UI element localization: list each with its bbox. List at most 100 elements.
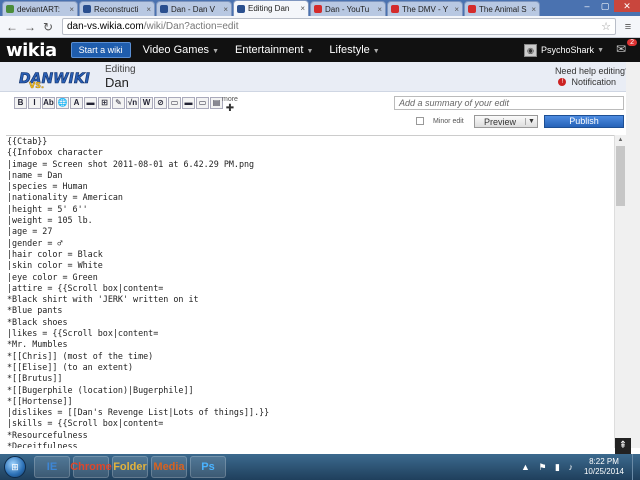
- close-tab-icon[interactable]: ×: [146, 5, 151, 14]
- scroll-thumb[interactable]: [616, 146, 625, 206]
- close-tab-icon[interactable]: ×: [454, 5, 459, 14]
- bookmark-star-icon[interactable]: ☆: [601, 20, 611, 33]
- close-tab-icon[interactable]: ×: [223, 5, 228, 14]
- editor-line: |height = 5' 6'': [7, 203, 88, 214]
- editor-line: {{Infobox character: [7, 147, 103, 158]
- toolbar-button[interactable]: W: [140, 97, 153, 109]
- tab-favicon-icon: [468, 5, 476, 13]
- editor-line: |hair color = Black: [7, 248, 103, 259]
- toolbar-button[interactable]: Ab: [42, 97, 55, 109]
- address-bar: ← → ↻ dan-vs.wikia.com/wiki/Dan?action=e…: [0, 16, 640, 38]
- url-input[interactable]: dan-vs.wikia.com/wiki/Dan?action=edit ☆: [62, 18, 616, 35]
- toolbar-button[interactable]: ▬: [84, 97, 97, 109]
- close-tab-icon[interactable]: ×: [69, 5, 74, 14]
- minor-edit-label: Minor edit: [433, 117, 464, 125]
- editor-line: *[[Chris]] (most of the time): [7, 350, 154, 361]
- page-scrollbar[interactable]: [626, 62, 640, 448]
- tab-label: Dan - YouTu: [325, 4, 370, 14]
- nav-entertainment[interactable]: Entertainment ▼: [235, 44, 313, 56]
- nav-video-games[interactable]: Video Games ▼: [143, 44, 219, 56]
- maximize-button[interactable]: ▢: [596, 0, 614, 12]
- tab-favicon-icon: [391, 5, 399, 13]
- minimize-button[interactable]: –: [578, 0, 596, 12]
- preview-button[interactable]: Preview ▼: [474, 115, 538, 128]
- toolbar-button[interactable]: A: [70, 97, 83, 109]
- wikia-logo[interactable]: wikia: [6, 40, 57, 61]
- toolbar-button[interactable]: ▬: [182, 97, 195, 109]
- edit-summary-input[interactable]: Add a summary of your edit: [394, 96, 624, 110]
- close-tab-icon[interactable]: ×: [377, 5, 382, 14]
- close-tab-icon[interactable]: ×: [531, 5, 536, 14]
- editor-line: |name = Dan: [7, 169, 63, 180]
- browser-tab[interactable]: Dan - YouTu ×: [310, 1, 386, 16]
- editing-label: Editing: [105, 64, 136, 75]
- editor-line: |likes = {{Scroll box|content=: [7, 328, 159, 339]
- taskbar-app-icon[interactable]: Media: [151, 456, 187, 478]
- notification-count-badge: 2: [627, 39, 637, 46]
- clock-date: 10/25/2014: [583, 467, 624, 476]
- editor-line: |eye color = Green: [7, 271, 98, 282]
- notification-label: Notification: [571, 77, 616, 87]
- browser-tab[interactable]: Editing Dan ×: [233, 0, 309, 16]
- toolbar-button[interactable]: √n: [126, 97, 139, 109]
- taskbar-app-icon[interactable]: Ps: [190, 456, 226, 478]
- toolbar-button[interactable]: ▭: [196, 97, 209, 109]
- toolbar-button[interactable]: ⊞: [98, 97, 111, 109]
- notification-link[interactable]: ! Notification: [558, 77, 616, 87]
- page-title: Dan: [105, 75, 129, 90]
- browser-tab[interactable]: Reconstructi ×: [79, 1, 155, 16]
- browser-tab[interactable]: deviantART: ×: [2, 1, 78, 16]
- url-host: dan-vs.wikia.com: [67, 21, 144, 32]
- toolbar-button[interactable]: 🌐: [56, 97, 69, 109]
- editor-line: *[[Hortense]]: [7, 395, 73, 406]
- help-editing-link[interactable]: Need help editing?: [555, 66, 630, 76]
- show-desktop-button[interactable]: [632, 454, 640, 480]
- clock[interactable]: 8:22 PM 10/25/2014: [584, 457, 624, 477]
- tab-label: Dan - Dan V: [171, 4, 216, 14]
- taskbar-app-icon[interactable]: Folder: [112, 456, 148, 478]
- taskbar-app-icon[interactable]: Chrome: [70, 456, 112, 478]
- editor-line: *Resourcefulness: [7, 429, 88, 440]
- start-menu-button[interactable]: ⊞: [4, 456, 26, 478]
- browser-tab[interactable]: The DMV - Y ×: [387, 1, 463, 16]
- back-icon[interactable]: ←: [4, 19, 20, 35]
- toolbar-button[interactable]: B: [14, 97, 27, 109]
- toolbar-button[interactable]: ⊘: [154, 97, 167, 109]
- publish-button[interactable]: Publish: [544, 115, 624, 128]
- alert-icon: !: [558, 78, 567, 86]
- start-a-wiki-button[interactable]: Start a wiki: [70, 42, 131, 58]
- editor-scrollbar[interactable]: ▲ ▼: [614, 135, 626, 448]
- toolbar-button[interactable]: ▭: [168, 97, 181, 109]
- browser-tab[interactable]: Dan - Dan V ×: [156, 1, 232, 16]
- user-menu[interactable]: ◉ PsychoShark ▼ ✉ 2: [524, 39, 637, 58]
- minor-edit-checkbox[interactable]: [416, 117, 424, 125]
- taskbar-app-icon[interactable]: IE: [34, 456, 70, 478]
- tab-favicon-icon: [6, 5, 14, 13]
- chevron-down-icon[interactable]: ▼: [525, 118, 537, 125]
- close-window-button[interactable]: ✕: [614, 0, 640, 12]
- more-button[interactable]: more ✚: [222, 96, 238, 114]
- source-editor-textarea[interactable]: {{Ctab}} {{Infobox character |image = Scre…: [6, 135, 614, 448]
- reload-icon[interactable]: ↻: [40, 19, 56, 35]
- toolbar-button[interactable]: I: [28, 97, 41, 109]
- notifications-icon[interactable]: ✉ 2: [616, 39, 637, 58]
- wiki-logo[interactable]: DANWIKI VS.: [15, 63, 90, 90]
- editor-line: |attire = {{Scroll box|content=: [7, 282, 164, 293]
- forward-icon[interactable]: →: [22, 19, 38, 35]
- close-tab-icon[interactable]: ×: [300, 4, 305, 13]
- browser-tab[interactable]: The Animal S ×: [464, 1, 540, 16]
- back-to-top-button[interactable]: ⇞: [615, 438, 631, 454]
- toolbar-button[interactable]: ✎: [112, 97, 125, 109]
- browser-menu-icon[interactable]: ≡: [620, 21, 636, 33]
- tab-favicon-icon: [83, 5, 91, 13]
- tab-label: The Animal S: [479, 4, 527, 14]
- scroll-up-icon[interactable]: ▲: [615, 135, 626, 146]
- clock-time: 8:22 PM: [589, 457, 619, 466]
- tray-icons[interactable]: ▲ ⚑ ▮ ♪: [521, 462, 576, 473]
- taskbar-apps: IE Chrome Folder Media Ps: [34, 456, 229, 478]
- minor-edit-option[interactable]: Minor edit: [416, 117, 464, 125]
- editor-line: |skin color = White: [7, 260, 103, 271]
- browser-tab-strip: deviantART: × Reconstructi × Dan - Dan V × Edi…: [0, 0, 640, 16]
- chevron-down-icon: ▼: [597, 46, 604, 54]
- nav-lifestyle[interactable]: Lifestyle ▼: [329, 44, 379, 56]
